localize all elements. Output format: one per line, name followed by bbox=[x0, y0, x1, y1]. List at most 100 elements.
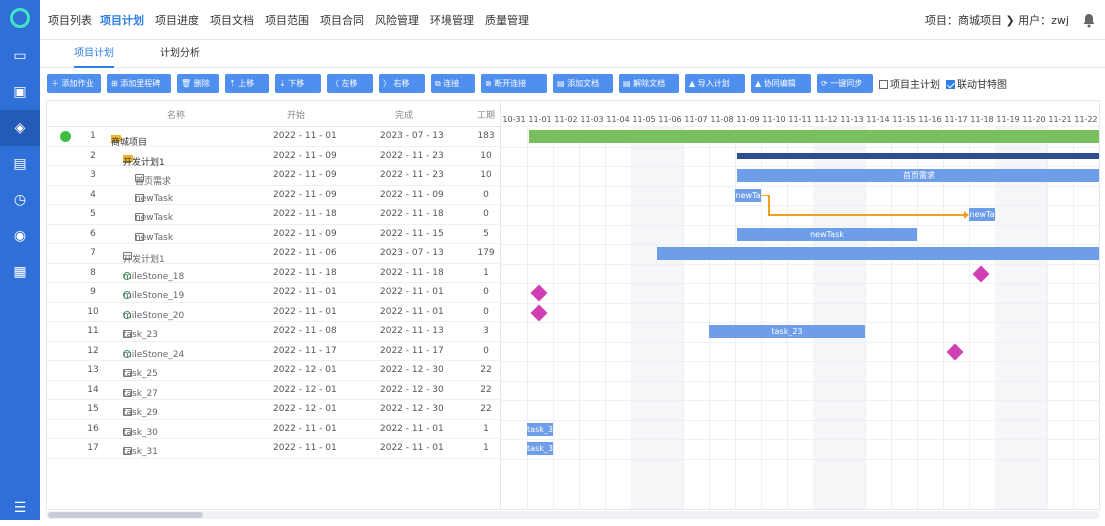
monitor-icon[interactable]: ▭ bbox=[0, 38, 40, 74]
move-up-button[interactable]: ⇡ 上移 bbox=[225, 74, 269, 93]
tab-plan-analysis[interactable]: 计划分析 bbox=[160, 40, 200, 68]
milestone-diamond[interactable] bbox=[530, 284, 548, 302]
task-bar-task23[interactable]: task_23 bbox=[709, 325, 865, 338]
start-date-cell[interactable]: 2022 - 11 - 17 bbox=[273, 346, 337, 356]
move-down-button[interactable]: ⇣ 下移 bbox=[275, 74, 321, 93]
dependency-link[interactable] bbox=[768, 214, 964, 216]
start-date-cell[interactable]: 2022 - 12 - 01 bbox=[273, 365, 337, 375]
table-row[interactable]: 13 task_25 2022 - 12 - 01 2022 - 12 - 30 22 bbox=[47, 361, 501, 381]
start-date-cell[interactable]: 2022 - 11 - 06 bbox=[273, 248, 337, 258]
table-row[interactable]: 14 task_27 2022 - 12 - 01 2022 - 12 - 30 22 bbox=[47, 381, 501, 400]
end-date-cell[interactable]: 2022 - 11 - 01 bbox=[380, 424, 444, 434]
horizontal-scrollbar[interactable] bbox=[46, 511, 1100, 519]
add-milestone-button[interactable]: ⊞ 添加里程碑 bbox=[107, 74, 171, 93]
duration-cell[interactable]: 5 bbox=[475, 229, 497, 239]
milestone-diamond[interactable] bbox=[972, 265, 990, 282]
database-icon[interactable]: ◉ bbox=[0, 218, 40, 254]
start-date-cell[interactable]: 2022 - 11 - 01 bbox=[273, 424, 337, 434]
start-date-cell[interactable]: 2022 - 12 - 01 bbox=[273, 404, 337, 414]
start-date-cell[interactable]: 2022 - 11 - 01 bbox=[273, 307, 337, 317]
move-right-button[interactable]: 〉 右移 bbox=[379, 74, 425, 93]
report-icon[interactable]: ▦ bbox=[0, 254, 40, 290]
duration-cell[interactable]: 3 bbox=[475, 326, 497, 336]
disconnect-button[interactable]: ⊗ 断开连接 bbox=[481, 74, 547, 93]
move-left-button[interactable]: 〈 左移 bbox=[327, 74, 373, 93]
menu-icon[interactable]: ☰ bbox=[0, 490, 40, 526]
duration-cell[interactable]: 10 bbox=[475, 170, 497, 180]
checkbox-checked-icon[interactable] bbox=[946, 80, 955, 89]
duration-cell[interactable]: 179 bbox=[475, 248, 497, 258]
end-date-cell[interactable]: 2022 - 11 - 01 bbox=[380, 287, 444, 297]
start-date-cell[interactable]: 2022 - 11 - 09 bbox=[273, 170, 337, 180]
nav-project-plan[interactable]: 项目计划 bbox=[100, 0, 144, 40]
add-task-button[interactable]: ＋ 添加作业 bbox=[47, 74, 101, 93]
start-date-cell[interactable]: 2022 - 11 - 09 bbox=[273, 229, 337, 239]
task-bar-dev-plan[interactable] bbox=[657, 247, 1099, 260]
connect-button[interactable]: ⧉ 连接 bbox=[431, 74, 475, 93]
duration-cell[interactable]: 183 bbox=[475, 131, 497, 141]
duration-cell[interactable]: 22 bbox=[475, 365, 497, 375]
start-date-cell[interactable]: 2022 - 11 - 01 bbox=[273, 287, 337, 297]
start-date-cell[interactable]: 2022 - 11 - 09 bbox=[273, 190, 337, 200]
duration-cell[interactable]: 1 bbox=[475, 443, 497, 453]
start-date-cell[interactable]: 2022 - 11 - 01 bbox=[273, 131, 337, 141]
duration-cell[interactable]: 1 bbox=[475, 268, 497, 278]
note-icon[interactable]: ▣ bbox=[0, 74, 40, 110]
start-date-cell[interactable]: 2022 - 11 - 18 bbox=[273, 268, 337, 278]
table-row[interactable]: 2−开发计划12022 - 11 - 092022 - 11 - 2310 bbox=[47, 147, 501, 168]
tab-project-plan[interactable]: 项目计划 bbox=[74, 40, 114, 68]
nav-environment-management[interactable]: 环境管理 bbox=[430, 0, 474, 40]
end-date-cell[interactable]: 2023 - 07 - 13 bbox=[380, 248, 444, 258]
plan-summary-bar[interactable] bbox=[737, 152, 1099, 159]
table-row[interactable]: 1−商城项目2022 - 11 - 012023 - 07 - 13183 bbox=[47, 127, 501, 148]
end-date-cell[interactable]: 2022 - 11 - 13 bbox=[380, 326, 444, 336]
duration-cell[interactable]: 0 bbox=[475, 287, 497, 297]
end-date-cell[interactable]: 2022 - 11 - 01 bbox=[380, 443, 444, 453]
dependency-link[interactable] bbox=[768, 194, 770, 214]
task-bar-task31[interactable]: task_3 bbox=[527, 442, 553, 455]
duration-cell[interactable]: 22 bbox=[475, 385, 497, 395]
duration-cell[interactable]: 0 bbox=[475, 346, 497, 356]
checkbox-unchecked-icon[interactable] bbox=[879, 80, 888, 89]
milestone-diamond[interactable] bbox=[946, 343, 964, 360]
stack-icon[interactable]: ▤ bbox=[0, 146, 40, 182]
start-date-cell[interactable]: 2022 - 11 - 09 bbox=[273, 151, 337, 161]
bell-icon[interactable] bbox=[1081, 12, 1097, 28]
duration-cell[interactable]: 22 bbox=[475, 404, 497, 414]
nav-project-contract[interactable]: 项目合同 bbox=[320, 0, 364, 40]
table-row[interactable]: 5 newTask 2022 - 11 - 18 2022 - 11 - 18 0 bbox=[47, 205, 501, 225]
end-date-cell[interactable]: 2022 - 12 - 30 bbox=[380, 385, 444, 395]
duration-cell[interactable]: 10 bbox=[475, 151, 497, 161]
task-bar-newtask[interactable]: newTa bbox=[735, 188, 761, 202]
end-date-cell[interactable]: 2022 - 12 - 30 bbox=[380, 365, 444, 375]
nav-project-docs[interactable]: 项目文档 bbox=[210, 0, 254, 40]
table-row[interactable]: 3 首页需求 2022 - 11 - 09 2022 - 11 - 23 10 bbox=[47, 166, 501, 187]
milestone-diamond[interactable] bbox=[530, 304, 548, 321]
duration-cell[interactable]: 0 bbox=[475, 190, 497, 200]
table-row[interactable]: 15 task_29 2022 - 12 - 01 2022 - 12 - 30 22 bbox=[47, 400, 501, 420]
import-plan-button[interactable]: ▲ 导入计划 bbox=[685, 74, 745, 93]
end-date-cell[interactable]: 2022 - 11 - 18 bbox=[380, 209, 444, 219]
end-date-cell[interactable]: 2022 - 11 - 01 bbox=[380, 307, 444, 317]
table-row[interactable]: 16 task_30 2022 - 11 - 01 2022 - 11 - 01 1 bbox=[47, 420, 501, 439]
end-date-cell[interactable]: 2023 - 07 - 13 bbox=[380, 131, 444, 141]
task-bar-newtask[interactable]: newTa bbox=[969, 208, 995, 221]
end-date-cell[interactable]: 2022 - 11 - 23 bbox=[380, 151, 444, 161]
end-date-cell[interactable]: 2022 - 11 - 15 bbox=[380, 229, 444, 239]
start-date-cell[interactable]: 2022 - 11 - 18 bbox=[273, 209, 337, 219]
table-row[interactable]: 9 mileStone_19 2022 - 11 - 01 2022 - 11 - 0… bbox=[47, 283, 501, 303]
end-date-cell[interactable]: 2022 - 11 - 09 bbox=[380, 190, 444, 200]
start-date-cell[interactable]: 2022 - 12 - 01 bbox=[273, 385, 337, 395]
nav-project-scope[interactable]: 项目范围 bbox=[265, 0, 309, 40]
scrollbar-thumb[interactable] bbox=[48, 512, 203, 518]
delete-button[interactable]: 🗑 删除 bbox=[177, 74, 219, 93]
nav-risk-management[interactable]: 风险管理 bbox=[375, 0, 419, 40]
table-row[interactable]: 12 mileStone_24 2022 - 11 - 17 2022 - 11 - … bbox=[47, 342, 501, 361]
end-date-cell[interactable]: 2022 - 11 - 23 bbox=[380, 170, 444, 180]
duration-cell[interactable]: 0 bbox=[475, 209, 497, 219]
layers-icon[interactable]: ◈ bbox=[0, 110, 40, 146]
end-date-cell[interactable]: 2022 - 11 - 18 bbox=[380, 268, 444, 278]
task-bar-newtask[interactable]: newTask bbox=[737, 227, 917, 241]
nav-project-list[interactable]: 项目列表 bbox=[48, 0, 92, 40]
table-row[interactable]: 8 mileStone_18 2022 - 11 - 18 2022 - 11 - 1… bbox=[47, 264, 501, 283]
